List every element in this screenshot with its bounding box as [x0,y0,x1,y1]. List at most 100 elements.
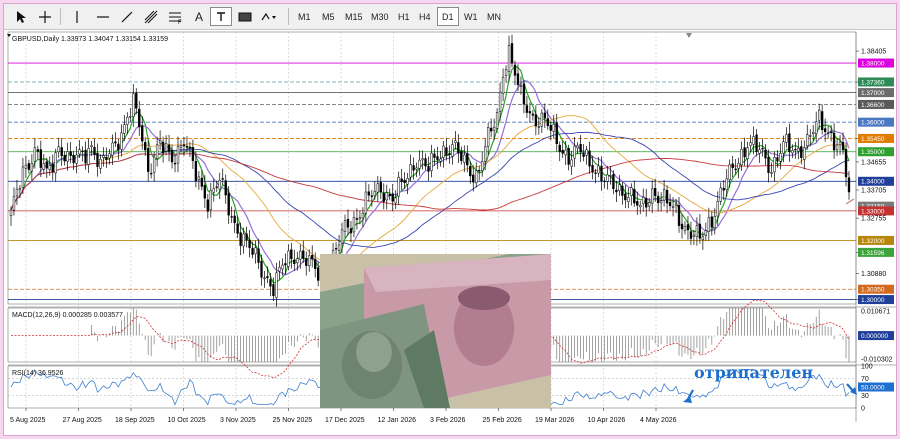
candle-body [567,148,570,165]
text-tool-button[interactable]: A [188,7,210,26]
candle-body [818,109,821,121]
candle-body [135,92,138,109]
candle-body [63,155,66,162]
candle-body [820,111,824,131]
candle-body [275,272,278,298]
candle-body [36,149,40,152]
candle-body [519,85,523,87]
candle-body [823,128,827,132]
rectangle-button[interactable] [234,7,256,26]
fibonacci-button[interactable]: F [164,7,186,26]
text-label-button[interactable] [210,7,232,26]
candle-body [719,187,722,202]
candle-body [230,216,233,218]
timeframe-m1-button[interactable]: M1 [294,7,315,26]
terminal-frame: F A M1M5M15M30H1H4D1W1MN 1.384051.373601… [3,3,897,436]
candle-body [627,197,630,202]
timeframe-h1-button[interactable]: H1 [394,7,414,26]
trendline-icon [121,11,133,22]
candle-body [761,148,764,150]
candle-body [597,165,600,174]
horizontal-line-button[interactable] [92,7,114,26]
candle-body [382,193,385,202]
candle-body [200,177,204,187]
collapse-arrow-icon [7,34,11,37]
candle-body [668,202,672,207]
candle-body [293,259,296,264]
candle-body [758,149,761,154]
rsi-axis-label: 30 [861,393,869,400]
candle-body [69,151,72,156]
candle-body [105,157,108,160]
candle-body [173,162,177,165]
timeframe-m15-button[interactable]: M15 [341,7,367,26]
timeframe-h4-button[interactable]: H4 [415,7,435,26]
candle-body [570,159,573,167]
date-axis-label: 12 Jan 2026 [378,417,417,424]
timeframe-mn-button[interactable]: MN [483,7,505,26]
candle-body [358,217,362,220]
candle-body [498,91,502,112]
candle-body [314,259,317,269]
moving-average-line [10,80,850,276]
candle-body [504,69,508,76]
chart-window[interactable]: 1.38405 1.37360 1.35450 1.34655 1.33705 1.327… [4,30,896,435]
candle-body [194,161,198,182]
candle-body [9,209,13,217]
candle-body [546,118,549,127]
timeframe-d1-button[interactable]: D1 [437,7,459,26]
chart-canvas[interactable]: 1.38405 1.37360 1.35450 1.34655 1.33705 1.327… [4,30,896,435]
candle-body [460,151,463,162]
objects-dropdown-button[interactable] [258,7,284,26]
candle-body [209,190,212,210]
macd-zero-tag-label: 0.000000 [861,333,888,340]
candle-body [767,156,770,173]
candle-body [394,197,397,204]
candle-body [501,76,505,94]
date-axis-label: 5 Aug 2025 [10,417,46,424]
candle-body [445,147,448,156]
candle-body [352,217,356,233]
shapes-icon [261,12,276,20]
candle-body [391,193,394,202]
timeframe-w1-button[interactable]: W1 [460,7,482,26]
candle-body [147,148,150,172]
trendline-button[interactable] [116,7,138,26]
vertical-line-button[interactable] [66,7,88,26]
candle-body [281,264,284,270]
candle-body [260,261,263,278]
candle-body [442,145,445,158]
candle-body [361,212,365,219]
candle-body [603,180,606,183]
cursor-tool-button[interactable] [10,7,32,26]
candle-body [606,174,609,182]
candle-body [96,152,99,167]
candle-body [674,203,678,206]
candle-body [111,142,114,156]
candle-body [710,216,713,228]
date-axis-label: 19 Mar 2026 [535,417,574,424]
candle-body [582,153,585,157]
candle-body [612,174,615,190]
fibonacci-label: F [178,20,182,24]
candle-body [114,141,117,144]
candle-body [588,150,591,167]
candle-body [448,153,451,155]
crosshair-tool-button[interactable] [34,7,56,26]
channel-button[interactable] [140,7,162,26]
candle-body [528,111,532,114]
candle-body [686,224,690,231]
candle-body [653,188,657,197]
timeframe-m30-button[interactable]: M30 [367,7,393,26]
candle-body [400,178,403,182]
candle-body [659,200,663,204]
price-tag-label: 1.36600 [861,102,885,109]
rsi-info-label: RSI(14) 36.9526 [12,370,63,377]
candle-body [224,180,227,196]
candle-body [164,143,168,152]
price-tag-label: 1.34000 [861,179,885,186]
candle-body [48,165,51,171]
candle-body [60,147,63,157]
timeframe-m5-button[interactable]: M5 [318,7,339,26]
price-tag-label: 1.33000 [861,208,885,215]
